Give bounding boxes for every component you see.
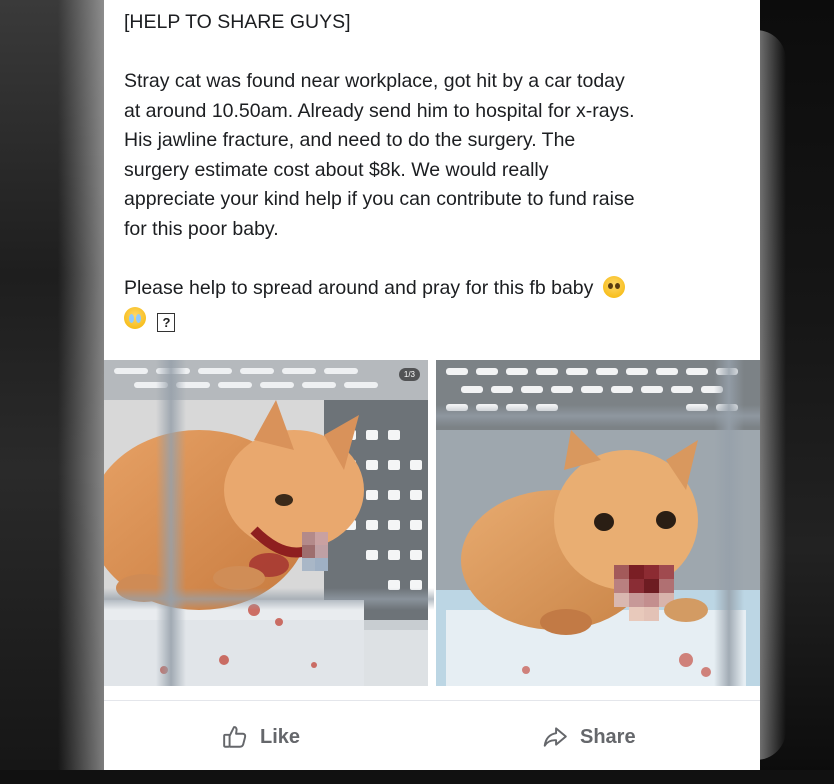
like-label: Like <box>260 725 301 748</box>
post-line: appreciate your kind help if you can con… <box>124 188 635 210</box>
bottom-bar <box>0 770 834 784</box>
facebook-post-card: [HELP TO SHARE GUYS] Stray cat was found… <box>104 0 760 770</box>
pleading-face-emoji-icon <box>602 275 625 298</box>
post-line: Stray cat was found near workplace, got … <box>124 70 625 92</box>
post-line: for this poor baby. <box>124 217 279 240</box>
post-actions-bar: Like Share <box>104 700 760 771</box>
photo-counter-badge: 1/3 <box>398 368 420 381</box>
like-button[interactable]: Like <box>222 723 300 751</box>
post-line: Please help to spread around and pray fo… <box>124 274 744 304</box>
share-label: Share <box>580 725 636 748</box>
post-line: ? <box>124 305 744 335</box>
unknown-glyph: ? <box>157 313 176 332</box>
injured-cat-photo-2[interactable] <box>436 360 760 686</box>
share-button[interactable]: Share <box>542 723 636 751</box>
thumbs-up-icon <box>223 726 247 748</box>
post-header: [HELP TO SHARE GUYS] <box>124 11 351 33</box>
crying-face-emoji-icon <box>124 307 146 329</box>
share-arrow-icon <box>543 727 567 747</box>
post-appeal-text: Please help to spread around and pray fo… <box>124 276 594 299</box>
injured-cat-photo-1[interactable]: 1/3 <box>104 360 428 686</box>
post-line: His jawline fracture, and need to do the… <box>124 129 576 151</box>
post-line: surgery estimate cost about $8k. We woul… <box>124 158 549 181</box>
blurred-background-left <box>0 0 104 784</box>
post-line: at around 10.50am. Already send him to h… <box>124 99 635 122</box>
post-body: [HELP TO SHARE GUYS] Stray cat was found… <box>124 8 744 335</box>
